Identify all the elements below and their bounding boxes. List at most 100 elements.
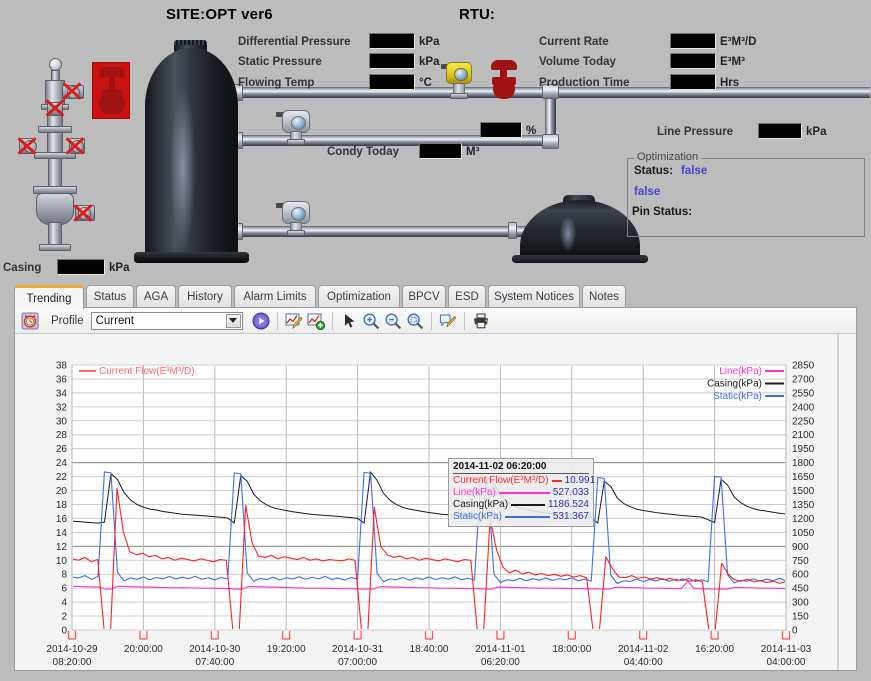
trend-chart[interactable]: 0 2 4 6 8 10 12 14 16 18 20 22 24 26 28 30 32 34 36 38 0 150 3… (15, 334, 858, 672)
control-valve-gas-icon[interactable] (487, 60, 521, 100)
storage-tank-base (512, 255, 648, 263)
tab-system-notices[interactable]: System Notices (488, 285, 580, 307)
tab-bpcv[interactable]: BPCV (402, 285, 446, 307)
readout-unit-volume-today: E³M³ (720, 56, 745, 68)
pointer-icon[interactable] (338, 310, 360, 332)
svg-text:16: 16 (56, 514, 68, 525)
svg-text:2850: 2850 (792, 361, 815, 372)
readout-value-valve-position (480, 122, 522, 138)
svg-text:07:00:00: 07:00:00 (338, 657, 377, 668)
readout-value-static-pressure (369, 53, 415, 69)
alarm-clock-icon[interactable] (19, 310, 41, 332)
optimization-status-label: Status: (634, 165, 673, 177)
play-icon[interactable] (250, 310, 272, 332)
print-icon[interactable] (470, 310, 492, 332)
tab-aga[interactable]: AGA (136, 285, 176, 307)
svg-text:12: 12 (56, 542, 68, 553)
tab-label: Status (93, 290, 127, 303)
svg-text:2014-10-30: 2014-10-30 (189, 644, 241, 655)
toolbar-separator (276, 311, 278, 330)
svg-text:2014-10-29: 2014-10-29 (46, 644, 98, 655)
tab-history[interactable]: History (178, 285, 232, 307)
tooltip-row: Static(kPa) 531.367 (453, 511, 589, 523)
svg-text:Current Flow(E³M³/D): Current Flow(E³M³/D) (99, 366, 195, 377)
tab-notes[interactable]: Notes (582, 285, 626, 307)
add-chart-icon[interactable] (305, 310, 327, 332)
tooltip-series-swatch (504, 516, 550, 518)
tab-alarm-limits[interactable]: Alarm Limits (234, 285, 316, 307)
wellhead-riser (48, 158, 62, 188)
edit-chart-icon[interactable] (283, 310, 305, 332)
toolbar-separator (463, 311, 465, 330)
toolbar-separator (430, 311, 432, 330)
water-transmitter-icon[interactable] (282, 201, 310, 224)
svg-text:1350: 1350 (792, 500, 815, 511)
profile-select[interactable]: Current (90, 311, 243, 330)
annotate-icon[interactable] (437, 310, 459, 332)
gas-flow-transmitter-icon[interactable] (446, 62, 472, 84)
tooltip-series-value: 1186.524 (548, 499, 589, 510)
tab-optimization[interactable]: Optimization (318, 285, 400, 307)
svg-text:1200: 1200 (792, 514, 815, 525)
valve-closed-marker-icon (73, 204, 93, 222)
tooltip-series-value: 10.991 (564, 475, 596, 486)
readout-label-volume-today: Volume Today (539, 56, 616, 68)
tooltip-timestamp: 2014-11-02 06:20:00 (453, 461, 589, 474)
tooltip-series-name: Line(kPa) (453, 487, 496, 498)
tab-label: Notes (588, 290, 620, 303)
zoom-region-icon[interactable] (404, 310, 426, 332)
tab-label: System Notices (494, 290, 574, 303)
svg-text:08:20:00: 08:20:00 (53, 657, 92, 668)
tab-status[interactable]: Status (86, 285, 134, 307)
tab-esd[interactable]: ESD (448, 285, 486, 307)
svg-text:2014-11-01: 2014-11-01 (475, 644, 526, 655)
readout-label-condy-today: Condy Today (327, 146, 399, 158)
readout-label-line-pressure: Line Pressure (657, 126, 734, 138)
master-valve-body (36, 193, 74, 225)
condy-transmitter-icon[interactable] (282, 110, 310, 133)
control-valve-inlet-panel[interactable] (92, 62, 130, 119)
svg-text:18: 18 (56, 500, 68, 511)
svg-text:1800: 1800 (792, 458, 815, 469)
svg-text:30: 30 (56, 416, 68, 427)
svg-text:450: 450 (792, 584, 809, 595)
svg-text:2700: 2700 (792, 374, 815, 385)
chevron-down-icon[interactable] (225, 313, 241, 328)
tooltip-series-swatch (498, 492, 550, 494)
svg-text:20: 20 (56, 486, 68, 497)
readout-unit-differential-pressure: kPa (419, 36, 440, 48)
pipe-tee-lower (542, 134, 559, 149)
readout-unit-static-pressure: kPa (419, 56, 440, 68)
svg-text:Static(kPa): Static(kPa) (713, 391, 762, 402)
pipe-water-outlet (238, 226, 528, 237)
tab-trending[interactable]: Trending (14, 285, 84, 309)
svg-text:1950: 1950 (792, 444, 815, 455)
tooltip-series-name: Casing(kPa) (453, 499, 509, 510)
transmitter-mount-plate (450, 93, 468, 99)
tab-label: AGA (143, 290, 169, 303)
svg-text:28: 28 (56, 430, 68, 441)
svg-text:2400: 2400 (792, 402, 815, 413)
tab-label: Optimization (327, 290, 391, 303)
svg-text:2014-10-31: 2014-10-31 (332, 644, 384, 655)
zoom-in-icon[interactable] (360, 310, 382, 332)
tab-bar: Trending Status AGA History Alarm Limits Opti… (14, 285, 857, 309)
svg-text:36: 36 (56, 374, 68, 385)
wellhead-tubing (48, 222, 62, 246)
readout-label-flowing-temp: Flowing Temp (238, 77, 315, 89)
svg-text:2550: 2550 (792, 388, 815, 399)
readout-unit-current-rate: E³M³/D (720, 36, 757, 48)
readout-value-condy-today (419, 143, 462, 159)
optimization-secondary-value: false (634, 186, 661, 198)
svg-text:38: 38 (56, 361, 68, 372)
chart-canvas[interactable]: 0246810121416182022242628303234363801503… (15, 334, 858, 672)
tooltip-row: Line(kPa) 527.033 (453, 487, 589, 499)
readout-value-current-rate (670, 33, 716, 49)
separator-vessel-base (134, 252, 249, 263)
zoom-out-icon[interactable] (382, 310, 404, 332)
wellhead-plate-5 (39, 244, 71, 251)
condy-transmitter-plate (287, 139, 305, 145)
svg-text:2014-11-02: 2014-11-02 (618, 644, 669, 655)
svg-text:26: 26 (56, 444, 68, 455)
svg-text:1650: 1650 (792, 472, 815, 483)
